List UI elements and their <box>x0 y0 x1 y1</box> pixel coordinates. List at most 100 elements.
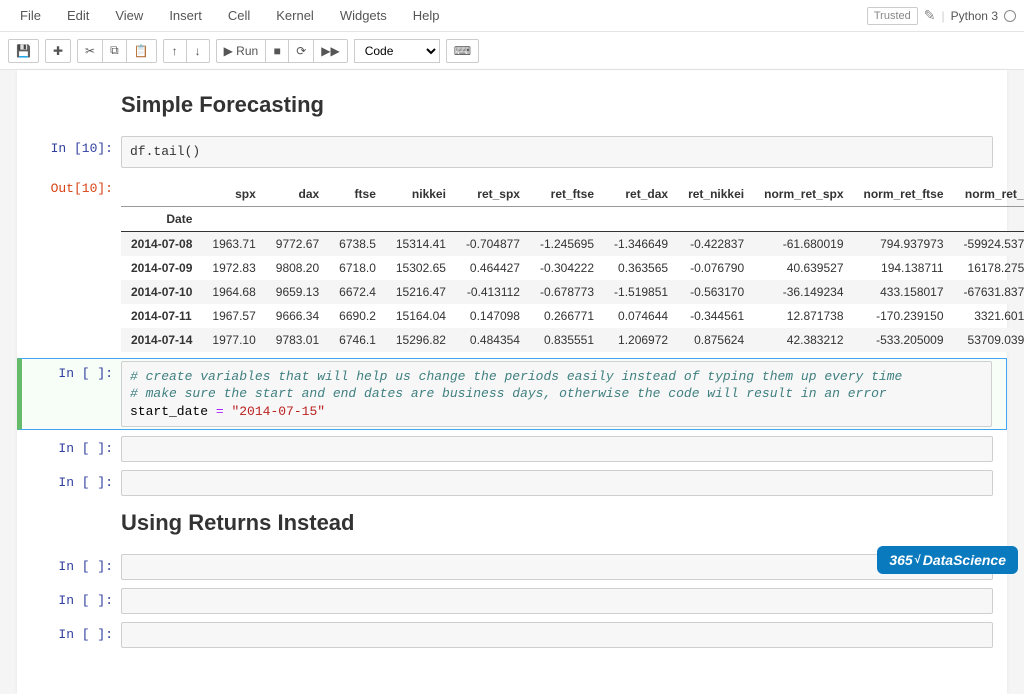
code-input[interactable] <box>121 554 993 580</box>
cell-value: -0.678773 <box>530 280 604 304</box>
cell-value: 15302.65 <box>386 256 456 280</box>
code-cell-empty[interactable]: In [ ]: <box>17 586 1007 616</box>
cell-value: -0.304222 <box>530 256 604 280</box>
column-header: ftse <box>329 182 386 207</box>
menu-help[interactable]: Help <box>401 2 452 29</box>
move-up-button[interactable]: ↑ <box>163 39 187 63</box>
column-header: spx <box>202 182 265 207</box>
cell-value: -61.680019 <box>754 231 853 256</box>
index-name: Date <box>121 206 202 231</box>
menu-view[interactable]: View <box>103 2 155 29</box>
run-button[interactable]: ▶ Run <box>216 39 267 63</box>
menu-insert[interactable]: Insert <box>157 2 214 29</box>
code-input[interactable]: # create variables that will help us cha… <box>121 361 992 428</box>
prompt-empty <box>31 504 121 546</box>
cell-value: 15314.41 <box>386 231 456 256</box>
input-prompt: In [ ]: <box>31 470 121 496</box>
menu-file[interactable]: File <box>8 2 53 29</box>
markdown-cell[interactable]: Simple Forecasting <box>17 84 1007 130</box>
cell-value: 42.383212 <box>754 328 853 352</box>
cell-value: 0.484354 <box>456 328 530 352</box>
cell-value: 15164.04 <box>386 304 456 328</box>
cell-value: 40.639527 <box>754 256 853 280</box>
input-prompt: In [ ]: <box>31 361 121 428</box>
command-palette-button[interactable]: ⌨ <box>446 39 479 63</box>
input-prompt: In [ ]: <box>31 436 121 462</box>
menu-cell[interactable]: Cell <box>216 2 262 29</box>
cell-value: 1963.71 <box>202 231 265 256</box>
column-header: ret_ftse <box>530 182 604 207</box>
output-cell: Out[10]: spxdaxftsenikkeiret_spxret_ftse… <box>17 174 1007 354</box>
cell-value: 16178.275435 <box>954 256 1024 280</box>
cell-value: -0.076790 <box>678 256 754 280</box>
cell-value: 12.871738 <box>754 304 853 328</box>
code-cell-startdate[interactable]: In [ ]: # create variables that will hel… <box>17 358 1007 431</box>
code-input[interactable]: df.tail() <box>121 136 993 168</box>
cell-value: 0.266771 <box>530 304 604 328</box>
menubar: File Edit View Insert Cell Kernel Widget… <box>0 0 1024 32</box>
cell-value: -1.346649 <box>604 231 678 256</box>
code-cell-empty[interactable]: In [ ]: <box>17 434 1007 464</box>
cell-value: -533.205009 <box>854 328 954 352</box>
code-cell-empty[interactable]: In [ ]: <box>17 468 1007 498</box>
copy-button[interactable]: ⧉ <box>102 39 127 63</box>
code-input[interactable] <box>121 622 993 648</box>
cell-value: -67631.837952 <box>954 280 1024 304</box>
paste-button[interactable]: 📋 <box>126 39 157 63</box>
menu-widgets[interactable]: Widgets <box>328 2 399 29</box>
cell-value: 794.937973 <box>854 231 954 256</box>
move-down-button[interactable]: ↓ <box>186 39 210 63</box>
menu-kernel[interactable]: Kernel <box>264 2 326 29</box>
cell-value: 53709.039098 <box>954 328 1024 352</box>
cell-value: 15216.47 <box>386 280 456 304</box>
kernel-indicator-icon[interactable] <box>1004 10 1016 22</box>
notebook-container: Simple Forecasting In [10]: df.tail() Ou… <box>17 70 1007 694</box>
column-header: dax <box>266 182 329 207</box>
cell-value: 3321.601324 <box>954 304 1024 328</box>
heading-simple-forecasting: Simple Forecasting <box>121 92 993 118</box>
kernel-name[interactable]: Python 3 <box>951 9 998 23</box>
markdown-cell[interactable]: Using Returns Instead <box>17 502 1007 548</box>
add-cell-button[interactable]: ✚ <box>45 39 71 63</box>
cell-value: 6690.2 <box>329 304 386 328</box>
menubar-right: Trusted ✎ | Python 3 <box>867 7 1016 25</box>
cell-value: -1.519851 <box>604 280 678 304</box>
cell-value: 0.074644 <box>604 304 678 328</box>
cell-value: 1977.10 <box>202 328 265 352</box>
cell-value: 433.158017 <box>854 280 954 304</box>
heading-using-returns: Using Returns Instead <box>121 510 993 536</box>
stop-button[interactable]: ■ <box>265 39 289 63</box>
code-input[interactable] <box>121 588 993 614</box>
save-button[interactable]: 💾 <box>8 39 39 63</box>
cell-value: -0.422837 <box>678 231 754 256</box>
cell-type-select[interactable]: Code <box>354 39 440 63</box>
input-prompt: In [ ]: <box>31 622 121 648</box>
toolbar: 💾 ✚ ✂ ⧉ 📋 ↑ ↓ ▶ Run ■ ⟳ ▶▶ Code ⌨ <box>0 32 1024 70</box>
row-index: 2014-07-10 <box>121 280 202 304</box>
restart-button[interactable]: ⟳ <box>288 39 314 63</box>
input-prompt: In [ ]: <box>31 588 121 614</box>
cell-value: 6746.1 <box>329 328 386 352</box>
table-row: 2014-07-081963.719772.676738.515314.41-0… <box>121 231 1024 256</box>
column-header: norm_ret_spx <box>754 182 853 207</box>
cut-button[interactable]: ✂ <box>77 39 103 63</box>
menu-edit[interactable]: Edit <box>55 2 101 29</box>
cell-value: 0.147098 <box>456 304 530 328</box>
menubar-left: File Edit View Insert Cell Kernel Widget… <box>8 2 452 29</box>
code-input[interactable] <box>121 470 993 496</box>
code-input[interactable] <box>121 436 993 462</box>
cell-value: 0.363565 <box>604 256 678 280</box>
table-row: 2014-07-091972.839808.206718.015302.650.… <box>121 256 1024 280</box>
row-index: 2014-07-09 <box>121 256 202 280</box>
cell-value: 9666.34 <box>266 304 329 328</box>
pencil-icon[interactable]: ✎ <box>924 7 936 24</box>
cell-value: -0.413112 <box>456 280 530 304</box>
cell-value: -170.239150 <box>854 304 954 328</box>
restart-run-all-button[interactable]: ▶▶ <box>313 39 347 63</box>
trusted-badge: Trusted <box>867 7 918 25</box>
code-cell-empty[interactable]: In [ ]: <box>17 620 1007 650</box>
cell-value: -0.344561 <box>678 304 754 328</box>
code-cell-empty[interactable]: In [ ]: <box>17 552 1007 582</box>
code-cell-tail[interactable]: In [10]: df.tail() <box>17 134 1007 170</box>
output-prompt: Out[10]: <box>31 176 121 352</box>
